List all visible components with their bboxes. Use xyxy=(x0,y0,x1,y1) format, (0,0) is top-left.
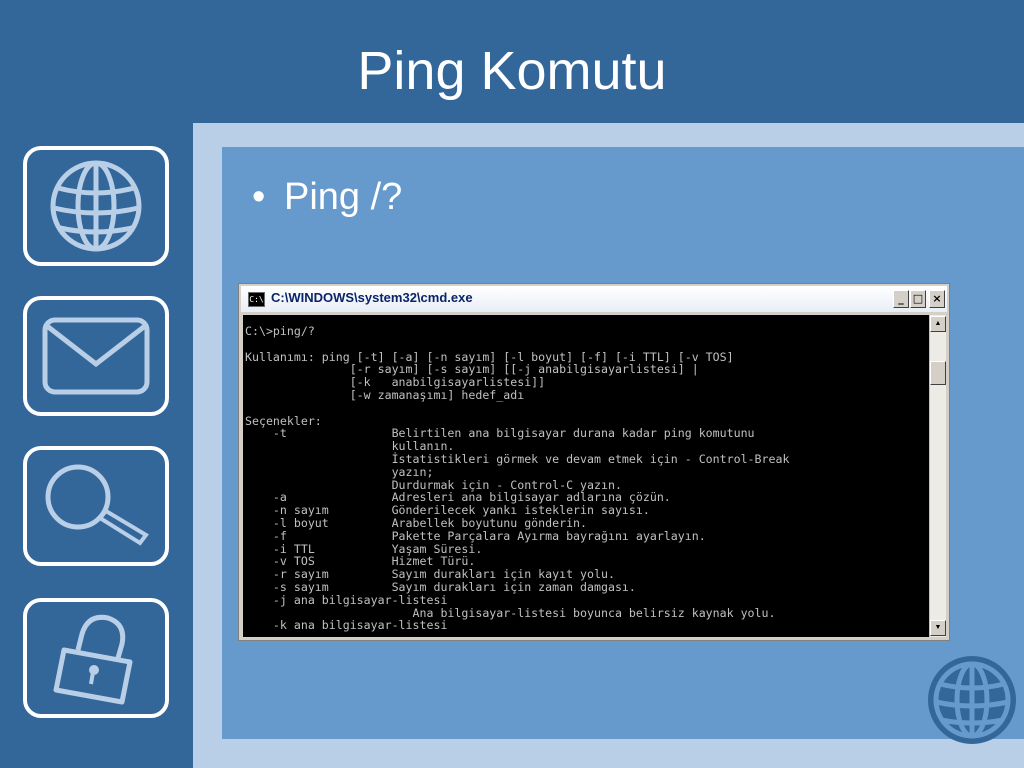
side-envelope-tile xyxy=(23,296,169,416)
magnifier-icon xyxy=(45,464,149,546)
bullet-item: • Ping /? xyxy=(252,176,402,219)
side-globe-tile xyxy=(23,146,169,266)
cmd-window-title: C:\WINDOWS\system32\cmd.exe xyxy=(271,290,473,305)
console-line: [-w zamanaşımı] hedef_adı xyxy=(245,387,525,402)
side-magnifier-tile xyxy=(23,446,169,566)
minimize-button[interactable]: _ xyxy=(893,290,909,308)
scroll-thumb[interactable] xyxy=(930,361,946,385)
envelope-icon xyxy=(42,317,150,395)
console-line: -k ana bilgisayar-listesi xyxy=(245,618,448,633)
globe-icon xyxy=(50,160,142,252)
scroll-down-button[interactable]: ▼ xyxy=(930,620,946,636)
cmd-titlebar[interactable]: C:\ C:\WINDOWS\system32\cmd.exe _ □ × xyxy=(241,286,947,312)
scroll-up-button[interactable]: ▲ xyxy=(930,316,946,332)
console-text: C:\>ping/? Kullanımı: ping [-t] [-a] [-n… xyxy=(243,315,929,632)
vertical-scrollbar[interactable]: ▲ ▼ xyxy=(929,315,946,637)
padlock-icon xyxy=(53,614,133,705)
side-padlock-tile xyxy=(23,598,169,718)
bullet-marker: • xyxy=(252,176,266,218)
slide-title: Ping Komutu xyxy=(357,41,667,101)
cmd-window: C:\ C:\WINDOWS\system32\cmd.exe _ □ × C:… xyxy=(238,283,950,641)
maximize-button[interactable]: □ xyxy=(910,290,926,308)
globe-icon xyxy=(928,656,1016,744)
bullet-text: Ping /? xyxy=(284,176,403,218)
close-button[interactable]: × xyxy=(929,290,945,308)
console-output[interactable]: C:\>ping/? Kullanımı: ping [-t] [-a] [-n… xyxy=(243,315,929,637)
cmd-window-icon[interactable]: C:\ xyxy=(248,292,265,307)
console-line: C:\>ping/? xyxy=(245,324,315,338)
